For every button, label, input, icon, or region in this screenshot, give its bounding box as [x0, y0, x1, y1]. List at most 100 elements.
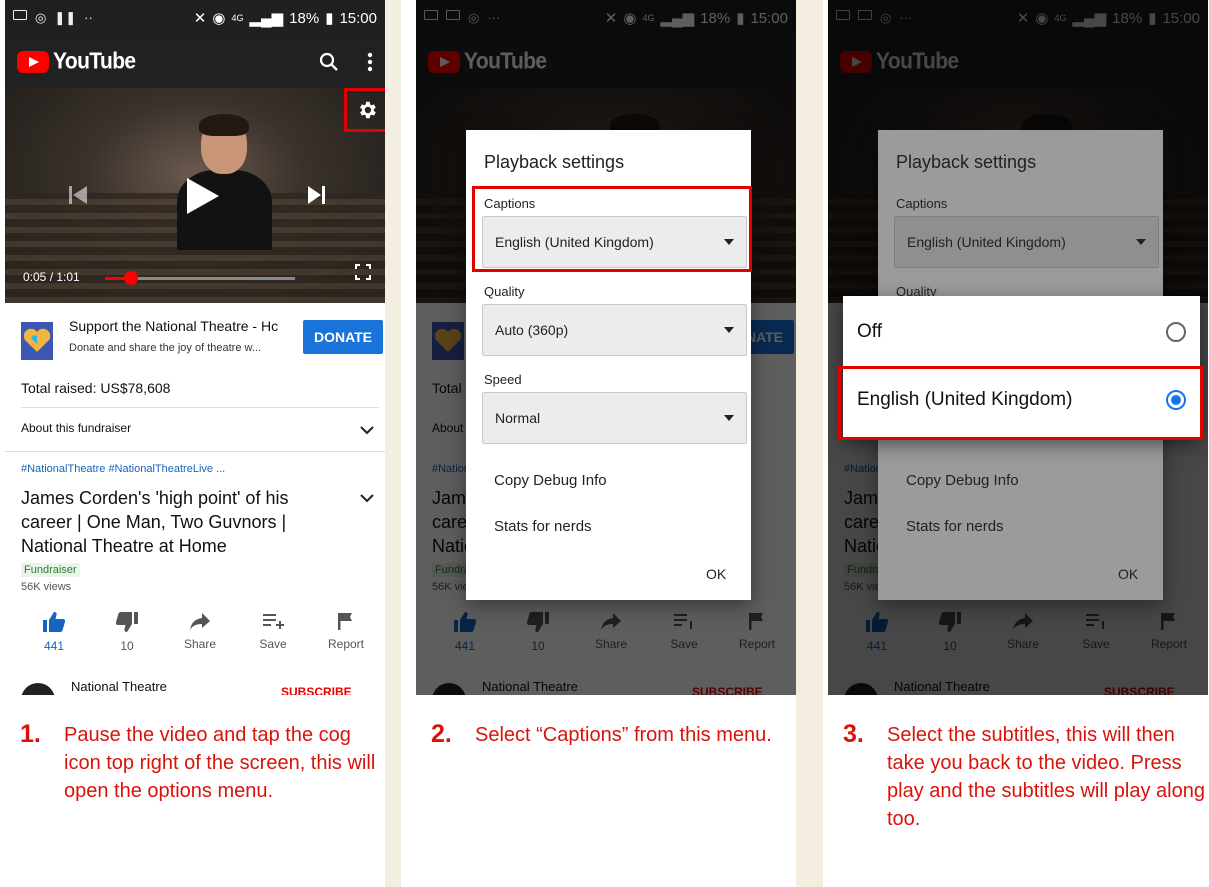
video-details: Support the National Theatre - Hc Donate… [5, 303, 385, 695]
radio-unselected-icon[interactable] [1166, 322, 1186, 342]
battery-icon: ▮ [325, 10, 334, 27]
instagram-icon: ◎ [35, 10, 47, 25]
mute-icon: ✕ [193, 10, 207, 27]
report-label: Report [327, 637, 365, 651]
step-2-panel: ◎··· ✕◉4G▂▄▆18%▮15:00 YouTube DONATE Tot… [411, 0, 796, 887]
subscribe-button[interactable]: SUBSCRIBE [281, 685, 352, 695]
phone-screenshot: ◎··· ✕◉4G▂▄▆18%▮15:00 YouTube DONATE Tot… [416, 0, 796, 695]
quality-select[interactable]: Auto (360p) [482, 304, 747, 356]
fundraiser-subtitle: Donate and share the joy of theatre w... [69, 342, 262, 354]
step-number: 1. [20, 720, 41, 748]
share-icon [190, 613, 210, 630]
next-icon[interactable] [307, 185, 327, 205]
quality-label: Quality [484, 284, 525, 299]
highlight-gear-box [344, 88, 385, 132]
caption-option-off[interactable]: Off [843, 304, 1200, 360]
like-count: 441 [43, 639, 65, 653]
flag-icon [338, 613, 352, 630]
speed-label: Speed [484, 372, 522, 387]
step-3-panel: ◎··· ✕◉4G▂▄▆18%▮15:00 YouTube #NationalT… [823, 0, 1208, 887]
divider [5, 451, 385, 452]
save-button[interactable]: Save [240, 611, 306, 657]
copy-debug-info-item[interactable]: Copy Debug Info [494, 472, 607, 489]
channel-row: National Theatre SUBSCRIBE [21, 675, 379, 695]
step-text: Select “Captions” from this menu. [475, 724, 772, 746]
about-fundraiser[interactable]: About this fundraiser [21, 421, 131, 435]
battery-level: 18% [289, 9, 320, 27]
fundraiser-row: Support the National Theatre - Hc Donate… [21, 318, 383, 368]
search-icon[interactable] [319, 52, 339, 72]
highlight-english-box [838, 366, 1203, 440]
option-label: Off [857, 321, 882, 342]
fullscreen-icon[interactable] [355, 264, 371, 280]
share-button[interactable]: Share [167, 611, 233, 657]
copy-debug-info-item: Copy Debug Info [906, 472, 1019, 489]
thumbs-down-icon [115, 612, 138, 632]
highlight-captions-box [472, 186, 752, 272]
speed-select[interactable]: Normal [482, 392, 747, 444]
pause-notification-icon: ❚❚ [54, 10, 77, 25]
captions-select: English (United Kingdom) [894, 216, 1159, 268]
video-title: James Corden's 'high point' of his caree… [21, 488, 289, 556]
previous-icon[interactable] [67, 184, 89, 206]
status-bar: ◎ ❚❚ ·· ✕ ◉ 4G ▂▄▆ 18% ▮ 15:00 [5, 0, 385, 36]
dialog-title: Playback settings [896, 152, 1037, 172]
thumbs-up-icon [43, 612, 66, 632]
seek-knob[interactable] [124, 271, 138, 285]
total-raised: Total raised: US$78,608 [21, 380, 171, 396]
youtube-app-bar: YouTube [5, 36, 385, 88]
fundraiser-tag: Fundraiser [21, 563, 80, 577]
youtube-wordmark: YouTube [53, 48, 136, 75]
dropdown-arrow-icon [1136, 239, 1146, 245]
phone-screenshot: ◎ ❚❚ ·· ✕ ◉ 4G ▂▄▆ 18% ▮ 15:00 YouTube 0:0 [5, 0, 385, 695]
heart-logo-icon [21, 322, 53, 360]
youtube-play-icon [17, 51, 49, 73]
signal-icon: ▂▄▆ [249, 10, 284, 27]
clock: 15:00 [339, 9, 377, 27]
phone-screenshot: ◎··· ✕◉4G▂▄▆18%▮15:00 YouTube #NationalT… [828, 0, 1208, 695]
dialog-title: Playback settings [484, 152, 625, 172]
alarm-icon: ◉ [212, 10, 226, 27]
more-vert-icon[interactable] [367, 52, 373, 72]
save-label: Save [259, 637, 287, 651]
dislike-button[interactable]: 10 [94, 611, 160, 657]
like-button[interactable]: 441 [21, 611, 87, 657]
step-number: 2. [431, 720, 452, 748]
ok-button: OK [1118, 566, 1139, 582]
step-text: Select the subtitles, this will then tak… [887, 724, 1205, 830]
divider [21, 407, 379, 408]
channel-avatar[interactable] [21, 683, 55, 695]
captions-value: English (United Kingdom) [907, 234, 1066, 250]
chevron-down-icon[interactable] [360, 493, 374, 503]
video-time: 0:05 / 1:01 [23, 270, 80, 284]
dropdown-arrow-icon [724, 327, 734, 333]
more-notifications-icon: ·· [84, 10, 93, 25]
youtube-logo[interactable]: YouTube [17, 48, 136, 75]
notification-icon [13, 10, 27, 20]
share-label: Share [183, 637, 217, 651]
network-type: 4G [231, 13, 244, 23]
step-text: Pause the video and tap the cog icon top… [64, 724, 376, 802]
panel-gutter [807, 0, 823, 887]
action-bar: 441 10 Share Save Report [21, 611, 379, 657]
view-count: 56K views [21, 581, 72, 593]
ok-button[interactable]: OK [706, 566, 726, 582]
step-1-panel: ◎ ❚❚ ·· ✕ ◉ 4G ▂▄▆ 18% ▮ 15:00 YouTube 0:0 [0, 0, 385, 887]
chevron-down-icon[interactable] [360, 425, 374, 435]
play-icon[interactable] [185, 176, 221, 216]
save-icon [263, 614, 284, 629]
stats-for-nerds-item[interactable]: Stats for nerds [494, 518, 592, 535]
channel-name[interactable]: National Theatre [71, 679, 167, 694]
quality-value: Auto (360p) [495, 322, 569, 338]
panel-gutter [385, 0, 401, 887]
speed-value: Normal [495, 410, 541, 426]
fundraiser-title: Support the National Theatre - Hc [69, 318, 279, 334]
report-button[interactable]: Report [313, 611, 379, 657]
stats-for-nerds-item: Stats for nerds [906, 518, 1004, 535]
hashtags[interactable]: #NationalTheatre #NationalTheatreLive ..… [21, 463, 225, 475]
step-number: 3. [843, 720, 864, 748]
dropdown-arrow-icon [724, 415, 734, 421]
captions-label: Captions [896, 196, 948, 211]
dislike-count: 10 [120, 639, 134, 653]
donate-button[interactable]: DONATE [303, 320, 383, 354]
